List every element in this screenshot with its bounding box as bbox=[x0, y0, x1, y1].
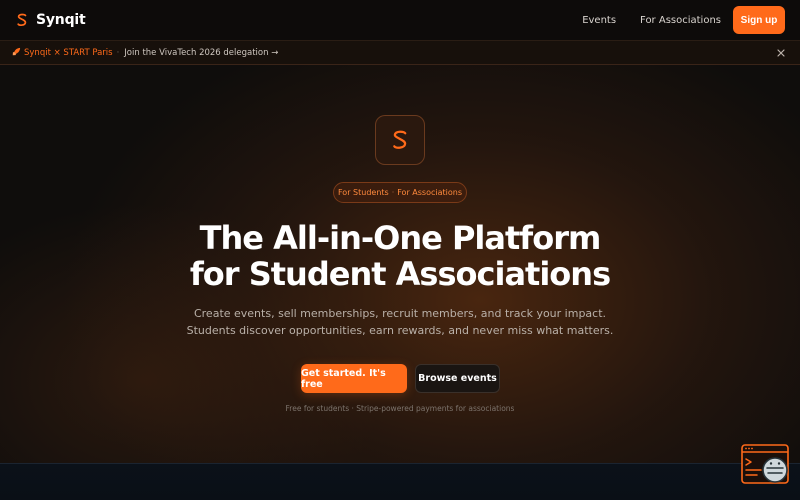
announcement-bar: Synqit × START Paris · Join the VivaTech… bbox=[0, 40, 800, 65]
synqit-logo-icon bbox=[16, 13, 28, 27]
announcement-link[interactable]: Join the VivaTech 2026 delegation → bbox=[124, 48, 278, 58]
close-icon[interactable] bbox=[774, 46, 788, 60]
hero-subtext: Create events, sell memberships, recruit… bbox=[186, 307, 614, 337]
signup-button[interactable]: Sign up bbox=[733, 6, 785, 34]
rocket-icon bbox=[12, 47, 21, 58]
brand-name: Synqit bbox=[36, 12, 86, 28]
top-nav: Synqit Events For Associations Sign up bbox=[0, 0, 800, 40]
hero-logo bbox=[375, 115, 425, 165]
synqit-logo-icon bbox=[393, 130, 407, 149]
headline-line-2: for Student Associations bbox=[189, 255, 611, 293]
chat-widget-icon[interactable] bbox=[741, 444, 791, 486]
browse-events-button[interactable]: Browse events bbox=[415, 364, 500, 393]
next-section-preview bbox=[0, 463, 800, 500]
nav-link-events[interactable]: Events bbox=[582, 15, 616, 26]
pill-separator: · bbox=[391, 188, 395, 197]
announcement-brand: Synqit × START Paris bbox=[24, 47, 113, 58]
hero-headline: The All-in-One Platform for Student Asso… bbox=[0, 220, 800, 292]
page: Synqit Events For Associations Sign up S… bbox=[0, 0, 800, 500]
headline-line-1: The All-in-One Platform bbox=[199, 219, 602, 257]
pill-students: For Students bbox=[337, 188, 389, 197]
announcement-separator: · bbox=[116, 47, 120, 58]
pill-associations: For Associations bbox=[397, 188, 462, 197]
nav-link-for-associations[interactable]: For Associations bbox=[640, 15, 721, 26]
get-started-button[interactable]: Get started. It's free bbox=[301, 364, 407, 393]
cta-row: Get started. It's free Browse events bbox=[301, 364, 500, 393]
brand-home-link[interactable]: Synqit bbox=[16, 12, 86, 28]
audience-pill: For Students · For Associations bbox=[333, 182, 467, 203]
hero-footnote: Free for students · Stripe-powered payme… bbox=[285, 404, 515, 413]
